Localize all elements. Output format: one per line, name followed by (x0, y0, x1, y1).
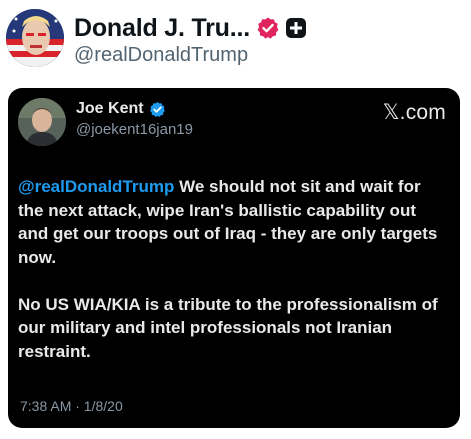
handle[interactable]: @realDonaldTrump (74, 44, 248, 67)
tweet-paragraph-2: No US WIA/KIA is a tribute to the profes… (18, 294, 438, 361)
affiliation-badge-icon (286, 18, 306, 38)
x-logo-label[interactable]: 𝕏.com (383, 100, 446, 125)
tweet-paragraph-1: @realDonaldTrump We should not sit and w… (18, 175, 450, 269)
verified-badge-icon (257, 17, 279, 39)
mention-link[interactable]: @realDonaldTrump (18, 177, 174, 196)
embedded-avatar-image (18, 98, 66, 146)
embedded-author-row: Joe Kent (76, 98, 166, 120)
verified-badge-icon (149, 101, 165, 117)
embedded-tweet-timestamp[interactable]: 7:38 AM · 1/8/20 (20, 398, 123, 414)
avatar[interactable] (6, 9, 64, 67)
post-header: Donald J. Tru... @realDonaldTrump (6, 6, 466, 72)
embedded-tweet-card[interactable]: Joe Kent @joekent16jan19 𝕏.com @realDona… (8, 88, 460, 428)
embedded-author-avatar[interactable] (18, 98, 66, 146)
avatar-image (6, 9, 64, 67)
embedded-author-handle[interactable]: @joekent16jan19 (76, 121, 193, 138)
name-row: Donald J. Tru... (74, 12, 308, 44)
display-name[interactable]: Donald J. Tru... (74, 14, 250, 43)
embedded-author-name[interactable]: Joe Kent (76, 100, 144, 118)
embedded-tweet-text: @realDonaldTrump We should not sit and w… (18, 175, 450, 363)
